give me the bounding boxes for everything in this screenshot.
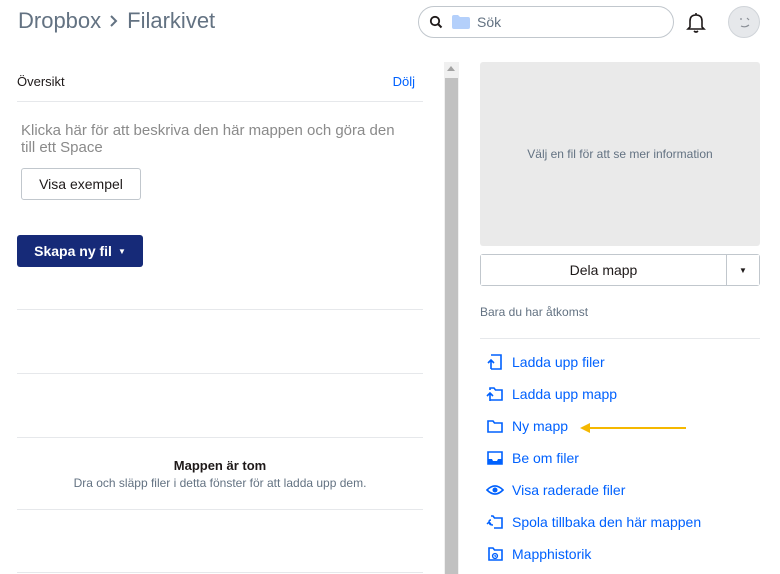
divider bbox=[17, 309, 423, 310]
avatar[interactable] bbox=[728, 6, 760, 38]
folder-icon bbox=[451, 14, 471, 30]
new-folder-icon bbox=[486, 417, 504, 435]
action-label: Visa raderade filer bbox=[512, 482, 626, 498]
action-label: Ladda upp mapp bbox=[512, 386, 618, 402]
share-folder-button[interactable]: Dela mapp bbox=[481, 255, 727, 285]
rewind-icon bbox=[486, 513, 504, 531]
create-new-file-button[interactable]: Skapa ny fil ▼ bbox=[17, 235, 143, 267]
annotation-arrow-icon bbox=[580, 423, 686, 433]
share-folder-control: Dela mapp ▼ bbox=[480, 254, 760, 286]
action-label: Ny mapp bbox=[512, 418, 569, 434]
chevron-right-icon bbox=[109, 14, 119, 28]
search-bar[interactable] bbox=[418, 6, 674, 38]
empty-folder-message: Mappen är tom Dra och släpp filer i dett… bbox=[17, 458, 423, 490]
action-request-files[interactable]: Be om filer bbox=[486, 442, 701, 474]
folder-history-icon bbox=[486, 545, 504, 563]
create-new-file-label: Skapa ny fil bbox=[34, 243, 112, 259]
divider bbox=[17, 373, 423, 374]
top-header: Dropbox Filarkivet bbox=[0, 0, 780, 44]
overview-header: Översikt Dölj bbox=[17, 62, 423, 102]
empty-folder-title: Mappen är tom bbox=[173, 458, 267, 473]
divider bbox=[17, 509, 423, 510]
scroll-up-arrow-icon[interactable] bbox=[447, 66, 455, 71]
divider bbox=[480, 338, 760, 339]
action-label: Mapphistorik bbox=[512, 546, 592, 562]
search-icon bbox=[429, 15, 443, 29]
divider bbox=[17, 437, 423, 438]
search-input[interactable] bbox=[477, 14, 667, 30]
show-example-button[interactable]: Visa exempel bbox=[21, 168, 141, 200]
share-options-caret-icon[interactable]: ▼ bbox=[727, 255, 759, 285]
action-show-deleted-files[interactable]: Visa raderade filer bbox=[486, 474, 701, 506]
bell-icon[interactable] bbox=[684, 10, 708, 34]
folder-actions-list: Ladda upp filer Ladda upp mapp Ny mapp B… bbox=[486, 346, 701, 570]
breadcrumb-current: Filarkivet bbox=[127, 8, 216, 33]
action-label: Spola tillbaka den här mappen bbox=[512, 514, 702, 530]
upload-file-icon bbox=[486, 353, 504, 371]
action-label: Ladda upp filer bbox=[512, 354, 605, 370]
caret-down-icon: ▼ bbox=[117, 246, 126, 256]
overview-panel: Översikt Dölj Klicka här för att beskriv… bbox=[17, 62, 423, 267]
eye-icon bbox=[486, 481, 504, 499]
breadcrumb-root[interactable]: Dropbox bbox=[18, 8, 101, 34]
breadcrumb: Dropbox Filarkivet bbox=[18, 8, 215, 34]
empty-folder-subtitle: Dra och släpp filer i detta fönster för … bbox=[73, 476, 367, 490]
file-info-preview: Välj en fil för att se mer information bbox=[480, 62, 760, 246]
scrollbar-thumb[interactable] bbox=[445, 78, 458, 574]
upload-folder-icon bbox=[486, 385, 504, 403]
request-files-icon bbox=[486, 449, 504, 467]
action-rewind-folder[interactable]: Spola tillbaka den här mappen bbox=[486, 506, 701, 538]
overview-title: Översikt bbox=[17, 74, 65, 89]
action-folder-history[interactable]: Mapphistorik bbox=[486, 538, 701, 570]
divider bbox=[17, 572, 423, 573]
preview-text: Välj en fil för att se mer information bbox=[527, 147, 713, 161]
action-label: Be om filer bbox=[512, 450, 579, 466]
action-upload-folder[interactable]: Ladda upp mapp bbox=[486, 378, 701, 410]
action-upload-files[interactable]: Ladda upp filer bbox=[486, 346, 701, 378]
hide-link[interactable]: Dölj bbox=[393, 74, 415, 89]
access-status: Bara du har åtkomst bbox=[480, 305, 589, 319]
folder-description[interactable]: Klicka här för att beskriva den här mapp… bbox=[17, 122, 397, 156]
scrollbar[interactable] bbox=[444, 62, 459, 574]
